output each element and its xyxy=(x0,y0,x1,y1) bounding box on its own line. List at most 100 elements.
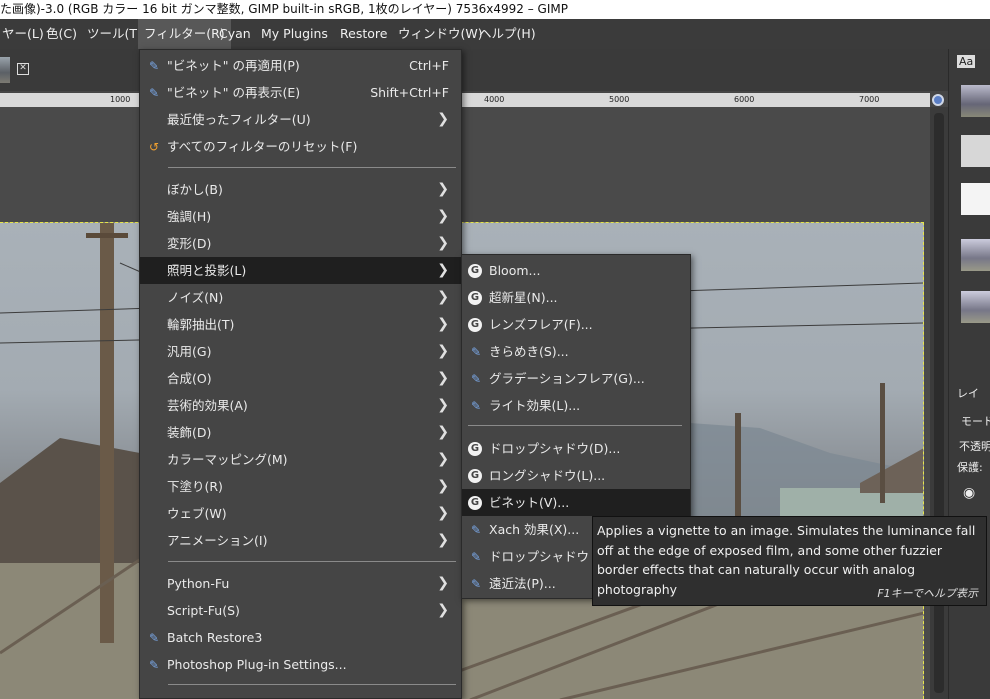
menu-separator xyxy=(168,561,456,562)
menu-item-generic[interactable]: 汎用(G) ❯ xyxy=(140,338,461,365)
submenu-item-bloom[interactable]: G Bloom... xyxy=(462,257,690,284)
chevron-right-icon: ❯ xyxy=(437,289,449,305)
menu-item-photoshop-plugin-settings[interactable]: ✎ Photoshop Plug-in Settings... xyxy=(140,651,461,678)
ruler-tick: 6000 xyxy=(734,95,755,104)
submenu-item-supernova[interactable]: G 超新星(N)... xyxy=(462,284,690,311)
menu-item-combine[interactable]: 合成(O) ❯ xyxy=(140,365,461,392)
chevron-right-icon: ❯ xyxy=(437,181,449,197)
chevron-right-icon: ❯ xyxy=(437,478,449,494)
window-title-bar: た画像)-3.0 (RGB カラー 16 bit ガンマ整数, GIMP bui… xyxy=(0,0,990,19)
submenu-item-drop-shadow[interactable]: G ドロップシャドウ(D)... xyxy=(462,435,690,462)
menu-separator xyxy=(468,425,682,426)
chevron-right-icon: ❯ xyxy=(437,235,449,251)
reset-icon: ↺ xyxy=(148,140,160,154)
plugin-icon: ✎ xyxy=(470,523,482,537)
chevron-right-icon: ❯ xyxy=(437,208,449,224)
chevron-right-icon: ❯ xyxy=(437,575,449,591)
menu-item-recent-filters[interactable]: 最近使ったフィルター(U) ❯ xyxy=(140,106,461,133)
menu-item-map[interactable]: カラーマッピング(M) ❯ xyxy=(140,446,461,473)
submenu-item-lens-flare[interactable]: G レンズフレア(F)... xyxy=(462,311,690,338)
menu-separator xyxy=(168,167,456,168)
lock-label: 保護: xyxy=(957,461,983,474)
menu-separator xyxy=(168,684,456,685)
menu-item-noise[interactable]: ノイズ(N) ❯ xyxy=(140,284,461,311)
menu-item-blur[interactable]: ぼかし(B) ❯ xyxy=(140,176,461,203)
gegl-icon: G xyxy=(468,264,482,278)
plugin-icon: ✎ xyxy=(148,59,160,73)
menu-item-web[interactable]: ウェブ(W) ❯ xyxy=(140,500,461,527)
layers-tab-label[interactable]: レイ xyxy=(957,385,979,401)
vertical-scrollbar[interactable] xyxy=(930,107,948,699)
chevron-right-icon: ❯ xyxy=(437,505,449,521)
menu-item-reshow-vignette[interactable]: ✎ "ビネット" の再表示(E) Shift+Ctrl+F xyxy=(140,79,461,106)
dock-tab-text[interactable]: Aa xyxy=(957,55,976,68)
menu-item-animation[interactable]: アニメーション(I) ❯ xyxy=(140,527,461,554)
chevron-right-icon: ❯ xyxy=(437,532,449,548)
plugin-icon: ✎ xyxy=(470,399,482,413)
submenu-item-sparkle[interactable]: ✎ きらめき(S)... xyxy=(462,338,690,365)
plugin-icon: ✎ xyxy=(470,550,482,564)
menu-item-python-fu[interactable]: Python-Fu ❯ xyxy=(140,570,461,597)
filters-menu: ✎ "ビネット" の再適用(P) Ctrl+F ✎ "ビネット" の再表示(E)… xyxy=(139,49,462,699)
gegl-icon: G xyxy=(468,291,482,305)
close-icon[interactable]: ✕ xyxy=(17,63,29,75)
scrollbar-thumb[interactable] xyxy=(934,113,944,693)
menu-item-render[interactable]: 下塗り(R) ❯ xyxy=(140,473,461,500)
menu-item-batch-restore3[interactable]: ✎ Batch Restore3 xyxy=(140,624,461,651)
gegl-icon: G xyxy=(468,469,482,483)
image-tab-thumbnail[interactable] xyxy=(0,57,10,83)
submenu-item-vignette[interactable]: G ビネット(V)... xyxy=(462,489,690,516)
dock-image-thumbnail[interactable] xyxy=(961,239,990,271)
menu-item-decor[interactable]: 装飾(D) ❯ xyxy=(140,419,461,446)
dock-image-thumbnail[interactable] xyxy=(961,183,990,215)
gegl-icon: G xyxy=(468,442,482,456)
chevron-right-icon: ❯ xyxy=(437,451,449,467)
submenu-item-long-shadow[interactable]: G ロングシャドウ(L)... xyxy=(462,462,690,489)
menubar: ヤー(L) 色(C) ツール(T) フィルター(R) Cyan My Plugi… xyxy=(0,19,990,49)
chevron-right-icon: ❯ xyxy=(437,316,449,332)
menu-item-artistic[interactable]: 芸術的効果(A) ❯ xyxy=(140,392,461,419)
gegl-icon: G xyxy=(468,496,482,510)
menu-help[interactable]: ヘルプ(H) xyxy=(473,19,542,49)
chevron-right-icon: ❯ xyxy=(437,262,449,278)
navigate-icon[interactable] xyxy=(932,94,944,106)
chevron-right-icon: ❯ xyxy=(437,111,449,127)
submenu-item-gradient-flare[interactable]: ✎ グラデーションフレア(G)... xyxy=(462,365,690,392)
plugin-icon: ✎ xyxy=(148,86,160,100)
plugin-icon: ✎ xyxy=(148,631,160,645)
chevron-right-icon: ❯ xyxy=(437,424,449,440)
menu-item-reset-filters[interactable]: ↺ すべてのフィルターのリセット(F) xyxy=(140,133,461,160)
menu-cyan[interactable]: Cyan xyxy=(213,19,257,49)
gegl-icon: G xyxy=(468,318,482,332)
chevron-right-icon: ❯ xyxy=(437,602,449,618)
menu-my-plugins[interactable]: My Plugins xyxy=(255,19,334,49)
ruler-tick: 1000 xyxy=(110,95,131,104)
eye-icon[interactable]: ◉ xyxy=(963,485,975,501)
window-title: た画像)-3.0 (RGB カラー 16 bit ガンマ整数, GIMP bui… xyxy=(0,2,568,16)
ruler-tick: 7000 xyxy=(859,95,880,104)
menu-item-light-shadow[interactable]: 照明と投影(L) ❯ xyxy=(140,257,461,284)
chevron-right-icon: ❯ xyxy=(437,397,449,413)
menu-item-reapply-vignette[interactable]: ✎ "ビネット" の再適用(P) Ctrl+F xyxy=(140,52,461,79)
dock-image-thumbnail[interactable] xyxy=(961,85,990,117)
tooltip-help-hint: F1キーでヘルプ表示 xyxy=(877,587,978,600)
dock-image-thumbnail[interactable] xyxy=(961,291,990,323)
plugin-icon: ✎ xyxy=(148,658,160,672)
mode-label: モード xyxy=(961,415,990,428)
ruler-tick: 5000 xyxy=(609,95,630,104)
plugin-icon: ✎ xyxy=(470,345,482,359)
dock-image-thumbnail[interactable] xyxy=(961,135,990,167)
chevron-right-icon: ❯ xyxy=(437,343,449,359)
plugin-icon: ✎ xyxy=(470,577,482,591)
ruler-tick: 4000 xyxy=(484,95,505,104)
menu-item-edge-detect[interactable]: 輪郭抽出(T) ❯ xyxy=(140,311,461,338)
submenu-item-lighting-effects[interactable]: ✎ ライト効果(L)... xyxy=(462,392,690,419)
vignette-tooltip: Applies a vignette to an image. Simulate… xyxy=(592,516,987,606)
plugin-icon: ✎ xyxy=(470,372,482,386)
menu-item-distorts[interactable]: 変形(D) ❯ xyxy=(140,230,461,257)
menu-color[interactable]: 色(C) xyxy=(40,19,83,49)
menu-item-script-fu[interactable]: Script-Fu(S) ❯ xyxy=(140,597,461,624)
menu-item-enhance[interactable]: 強調(H) ❯ xyxy=(140,203,461,230)
opacity-label: 不透明 xyxy=(959,440,990,453)
menu-restore[interactable]: Restore xyxy=(334,19,393,49)
